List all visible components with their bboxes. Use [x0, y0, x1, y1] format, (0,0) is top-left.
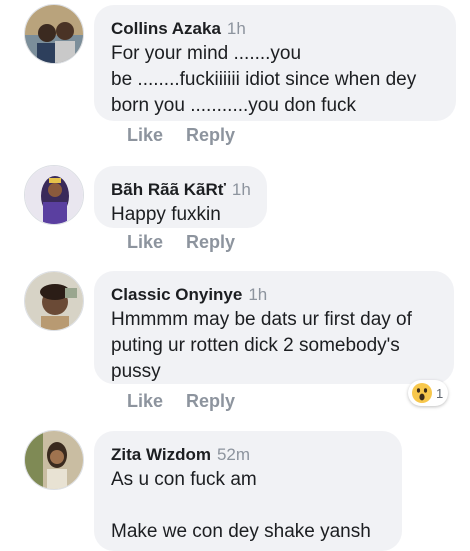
comment-bubble: Classic Onyinye 1h Hmmmm may be dats ur f…: [94, 271, 454, 384]
wow-emoji-icon: [412, 383, 432, 403]
profile-photo-icon: [25, 431, 83, 489]
author-name[interactable]: Bãh Rãã KãRť: [111, 180, 226, 199]
profile-photo-icon: [25, 272, 83, 330]
timestamp[interactable]: 52m: [217, 445, 250, 464]
timestamp[interactable]: 1h: [248, 285, 267, 304]
comment-bubble: Collins Azaka 1h For your mind .......you…: [94, 5, 456, 121]
avatar[interactable]: [24, 271, 84, 331]
comment-text: For your mind .......you be ........fuck…: [111, 43, 417, 116]
reply-button[interactable]: Reply: [186, 391, 235, 411]
avatar[interactable]: [24, 165, 84, 225]
timestamp[interactable]: 1h: [232, 180, 251, 199]
comment-actions: Like Reply: [127, 391, 235, 412]
comment-actions: Like Reply: [127, 125, 235, 146]
comment-actions: Like Reply: [127, 232, 235, 253]
comment-bubble: Zita Wizdom 52m As u con fuck am Make we …: [94, 431, 402, 551]
reaction-badge[interactable]: 1: [408, 380, 449, 406]
reply-button[interactable]: Reply: [186, 232, 235, 252]
avatar[interactable]: [24, 430, 84, 490]
comment-bubble: Bãh Rãã KãRť 1h Happy fuxkin: [94, 166, 267, 228]
comment-text: Happy fuxkin: [111, 204, 221, 225]
like-button[interactable]: Like: [127, 232, 163, 252]
reply-button[interactable]: Reply: [186, 125, 235, 145]
author-name[interactable]: Zita Wizdom: [111, 445, 211, 464]
timestamp[interactable]: 1h: [227, 19, 246, 38]
comment-text: As u con fuck am Make we con dey shake y…: [111, 469, 371, 542]
avatar[interactable]: [24, 4, 84, 64]
like-button[interactable]: Like: [127, 125, 163, 145]
reaction-count: 1: [436, 385, 444, 401]
author-name[interactable]: Classic Onyinye: [111, 285, 242, 304]
profile-photo-icon: [25, 5, 83, 63]
like-button[interactable]: Like: [127, 391, 163, 411]
comment-text: Hmmmm may be dats ur first day of puting…: [111, 309, 412, 382]
profile-photo-icon: [25, 166, 83, 224]
author-name[interactable]: Collins Azaka: [111, 19, 221, 38]
